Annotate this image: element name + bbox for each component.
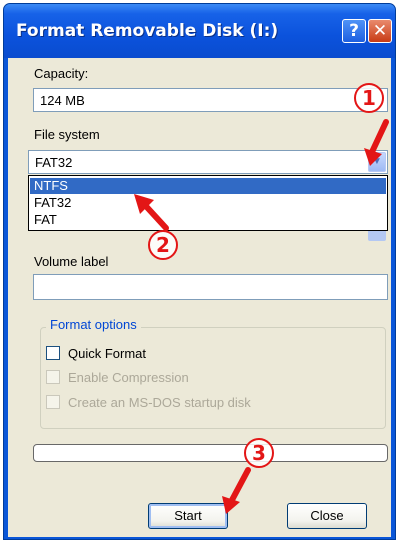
file-system-select[interactable]: FAT32 ▼ [28, 150, 388, 174]
close-window-button[interactable]: ✕ [368, 19, 392, 43]
option-ntfs[interactable]: NTFS [30, 178, 386, 194]
file-system-dropdown-list: NTFS FAT32 FAT [28, 175, 388, 231]
capacity-label: Capacity: [34, 66, 89, 81]
capacity-select[interactable]: 124 MB [33, 88, 388, 112]
title-bar[interactable]: Format Removable Disk (I:) ? ✕ [4, 4, 395, 58]
option-fat32[interactable]: FAT32 [30, 195, 386, 211]
capacity-value: 124 MB [40, 93, 85, 108]
red-arrow-icon [222, 467, 251, 514]
quick-format-checkbox[interactable] [46, 346, 60, 360]
option-fat[interactable]: FAT [30, 212, 386, 228]
quick-format-label[interactable]: Quick Format [68, 346, 146, 361]
ms-dos-startup-checkbox [46, 395, 60, 409]
format-progress-bar [33, 444, 388, 462]
volume-label-label: Volume label [34, 254, 109, 269]
help-button[interactable]: ? [342, 19, 366, 43]
red-arrow-icon [364, 119, 389, 166]
file-system-value: FAT32 [35, 155, 73, 170]
allocation-select-arrow[interactable] [368, 231, 386, 241]
start-button[interactable]: Start [148, 503, 228, 529]
enable-compression-label: Enable Compression [68, 370, 189, 385]
close-button[interactable]: Close [287, 503, 367, 529]
format-options-title: Format options [46, 317, 141, 332]
volume-label-input[interactable] [33, 274, 388, 300]
close-icon: ✕ [372, 21, 388, 41]
help-icon: ? [349, 21, 359, 41]
annotation-1: 1 [354, 83, 384, 113]
file-system-label: File system [34, 127, 100, 142]
red-arrow-icon [134, 194, 169, 231]
window-title: Format Removable Disk (I:) [16, 21, 279, 41]
annotation-3: 3 [244, 438, 274, 468]
enable-compression-checkbox [46, 370, 60, 384]
ms-dos-startup-label: Create an MS-DOS startup disk [68, 395, 251, 410]
